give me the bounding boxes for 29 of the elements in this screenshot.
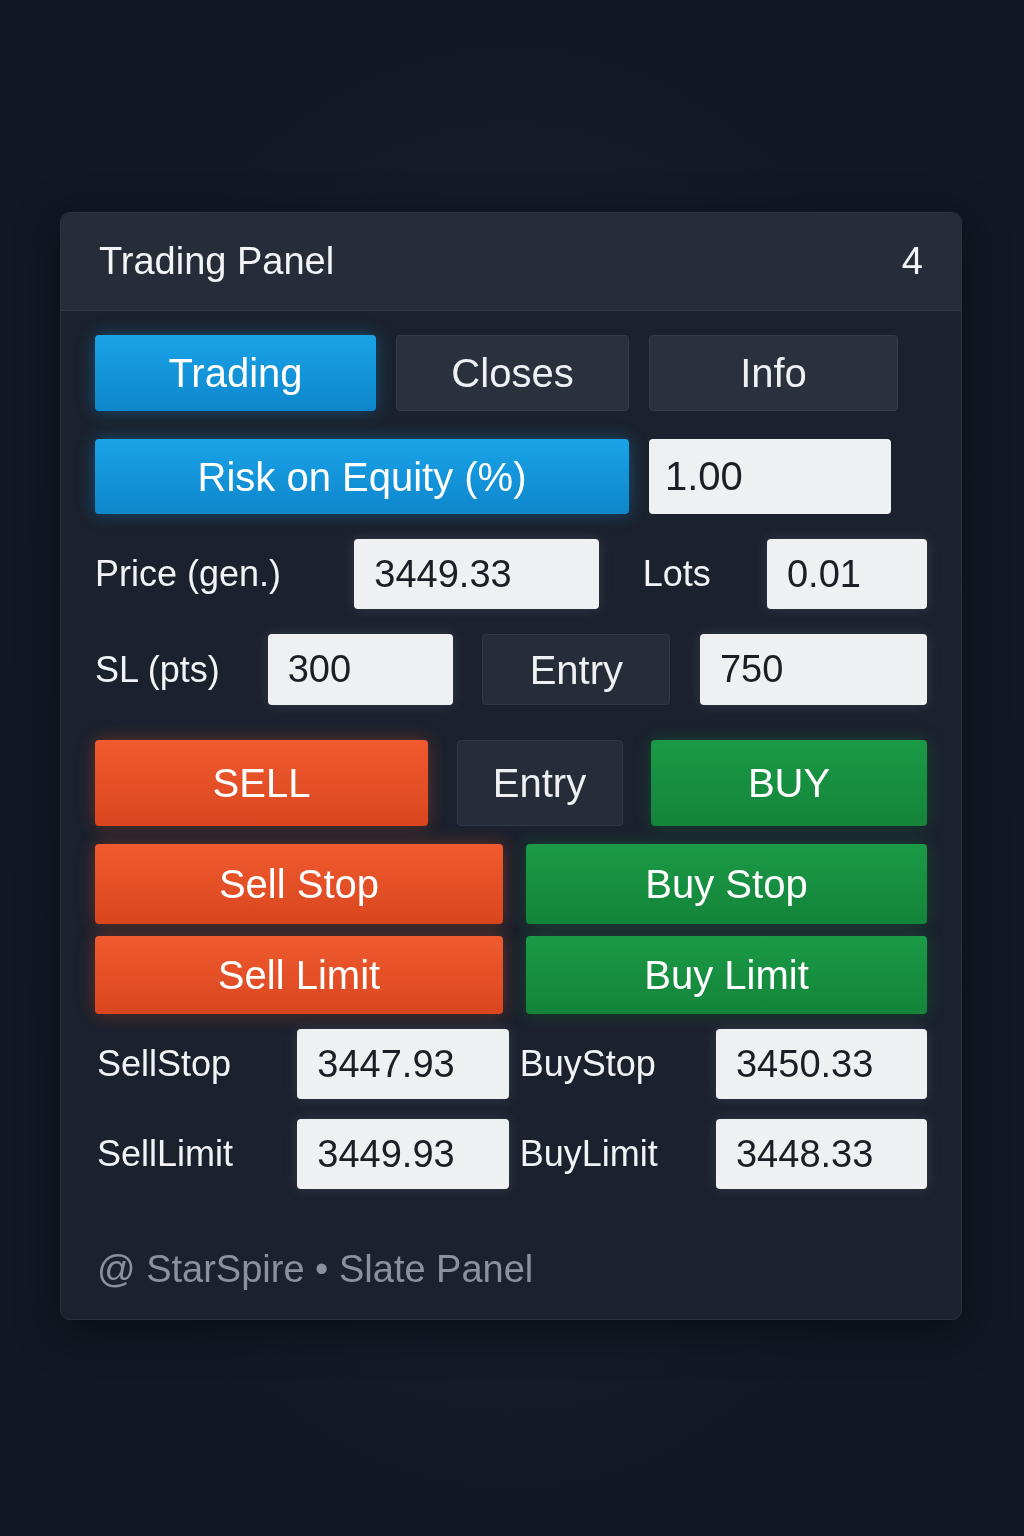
input-field[interactable]: 3450.33 bbox=[716, 1029, 927, 1099]
tab[interactable]: Closes bbox=[396, 335, 629, 411]
panel-title: Trading Panel bbox=[99, 239, 335, 284]
field-label: Lots bbox=[642, 552, 711, 596]
field-label: Price (gen.) bbox=[95, 552, 282, 596]
sell-button[interactable]: Sell Stop bbox=[95, 844, 503, 924]
input-field[interactable]: 300 bbox=[267, 634, 453, 705]
field-label: BuyLimit bbox=[519, 1132, 658, 1176]
footer-text: @ StarSpire • Slate Panel bbox=[97, 1248, 534, 1290]
input-field[interactable]: 3449.33 bbox=[354, 539, 600, 609]
input-field[interactable]: 750 bbox=[699, 634, 927, 705]
field-label: BuyStop bbox=[519, 1042, 656, 1086]
field-label: SL (pts) bbox=[95, 647, 220, 692]
tab[interactable]: Info bbox=[649, 335, 898, 411]
input-field[interactable]: 3448.33 bbox=[716, 1119, 927, 1189]
field-label: SellLimit bbox=[97, 1132, 234, 1176]
buy-button[interactable]: Buy Limit bbox=[526, 936, 927, 1014]
panel-count: 4 bbox=[901, 239, 923, 284]
sell-button[interactable]: Sell Limit bbox=[95, 936, 503, 1014]
field-label: SellStop bbox=[97, 1042, 232, 1086]
buy-button[interactable]: BUY bbox=[651, 740, 927, 826]
entry-button[interactable]: Entry bbox=[482, 634, 671, 705]
input-field[interactable]: 3449.93 bbox=[297, 1119, 510, 1189]
sell-button[interactable]: SELL bbox=[95, 740, 428, 826]
entry-button[interactable]: Entry bbox=[456, 740, 623, 826]
input-field[interactable]: 0.01 bbox=[767, 539, 927, 609]
input-field[interactable]: 3447.93 bbox=[297, 1029, 510, 1099]
buy-button[interactable]: Buy Stop bbox=[526, 844, 927, 924]
risk-input-field[interactable]: 1.00 bbox=[649, 439, 891, 514]
